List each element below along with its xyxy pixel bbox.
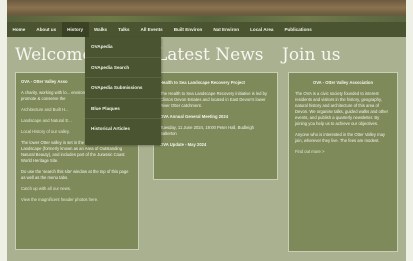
nav-walks[interactable]: Walks: [89, 22, 113, 37]
nav-history[interactable]: History: [61, 22, 89, 37]
join-panel-title: OVA - Otter Valley Association: [312, 80, 374, 85]
news-item-1-body: The Health to Sea Landscape Recovery ini…: [160, 91, 268, 108]
link-header-photos[interactable]: View the magnificent header photos here.: [21, 197, 133, 203]
nav-publications[interactable]: Publications: [279, 22, 317, 37]
join-us-panel: OVA - Otter Valley Association The OVA i…: [288, 72, 398, 252]
nav-local-area[interactable]: Local Area: [245, 22, 279, 37]
page: Home About us History Walks Talks All Ev…: [7, 0, 406, 261]
menu-item-ovapedia-search[interactable]: OVApedia Search: [85, 58, 161, 78]
join-body-1: The OVA is a civic society founded to in…: [295, 91, 389, 126]
nav-nat-environ[interactable]: Nat Environ: [208, 22, 245, 37]
news-item-2-title[interactable]: OVA Annual General Meeting 2024: [160, 114, 271, 120]
nav-home[interactable]: Home: [7, 22, 31, 37]
nav-built-environ[interactable]: Built Environ: [168, 22, 208, 37]
menu-item-blue-plaques[interactable]: Blue Plaques: [85, 99, 161, 119]
news-item-2-body: Tuesday, 11 June 2024, 19:00 Peter Hall,…: [160, 125, 254, 136]
latest-news-heading: Latest News: [156, 45, 264, 65]
join-us-heading: Join us: [282, 45, 341, 65]
main-nav: Home About us History Walks Talks All Ev…: [7, 22, 406, 37]
news-item-3-title[interactable]: OVA Update - May 2024: [160, 142, 271, 148]
find-out-more-link[interactable]: Find out more >: [295, 149, 391, 155]
welcome-heading: Welcome: [15, 45, 93, 65]
menu-item-ovapedia-submissions[interactable]: OVApedia Submissions: [85, 78, 161, 99]
menu-item-historical-articles[interactable]: Historical Articles: [85, 119, 161, 139]
history-dropdown-menu: OVApedia OVApedia Search OVApedia Submis…: [85, 37, 161, 145]
join-body-2: Anyone who is interested in the Otter Va…: [295, 132, 385, 143]
nav-about-us[interactable]: About us: [31, 22, 62, 37]
nav-all-events[interactable]: All Events: [135, 22, 168, 37]
nav-talks[interactable]: Talks: [113, 22, 135, 37]
welcome-body-2: Do use the 'search this site' window at …: [21, 169, 129, 180]
header-banner-photo: [7, 0, 406, 22]
news-item-1-title[interactable]: Health to Sea Landscape Recovery Project: [160, 80, 271, 86]
latest-news-panel: Health to Sea Landscape Recovery Project…: [153, 72, 278, 180]
link-catch-up-news[interactable]: Catch up with all our news.: [21, 186, 133, 192]
menu-item-ovapedia[interactable]: OVApedia: [85, 37, 161, 58]
